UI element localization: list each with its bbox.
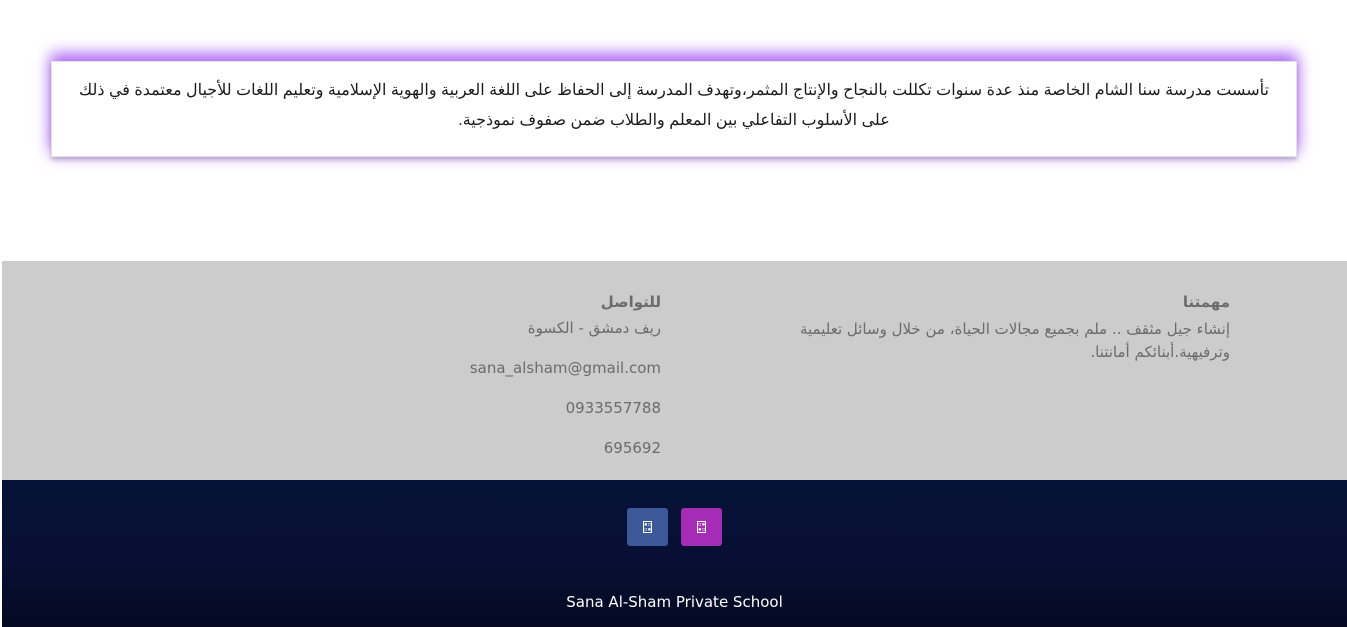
contact-email: sana_alsham@gmail.com: [469, 359, 661, 377]
about-text: تأسست مدرسة سنا الشام الخاصة منذ عدة سنو…: [79, 82, 1269, 129]
about-card: تأسست مدرسة سنا الشام الخاصة منذ عدة سنو…: [51, 61, 1297, 157]
facebook-button[interactable]: ▪▫ ▫▪: [627, 508, 668, 546]
contact-landline: 695692: [603, 439, 661, 457]
mission-title: مهمتنا: [1182, 293, 1230, 311]
contact-column: للتواصل ريف دمشق - الكسوة sana_alsham@gm…: [401, 292, 661, 478]
contact-phone: 0933557788: [565, 399, 661, 417]
contact-address: ريف دمشق - الكسوة: [527, 319, 661, 337]
instagram-button[interactable]: ▫▪ ▪▫: [681, 508, 722, 546]
contact-title: للتواصل: [600, 293, 661, 311]
instagram-icon: ▫▪ ▪▫: [697, 521, 706, 533]
facebook-icon: ▪▫ ▫▪: [643, 521, 652, 533]
mission-column: مهمتنا إنشاء جيل مثقف .. ملم بجميع مجالا…: [780, 292, 1230, 364]
mission-text: إنشاء جيل مثقف .. ملم بجميع مجالات الحيا…: [799, 320, 1230, 361]
info-section: مهمتنا إنشاء جيل مثقف .. ملم بجميع مجالا…: [2, 261, 1347, 480]
footer-copyright: Sana Al-Sham Private School: [566, 593, 783, 611]
site-footer: ▪▫ ▫▪ ▫▪ ▪▫ Sana Al-Sham Private School: [2, 480, 1347, 627]
